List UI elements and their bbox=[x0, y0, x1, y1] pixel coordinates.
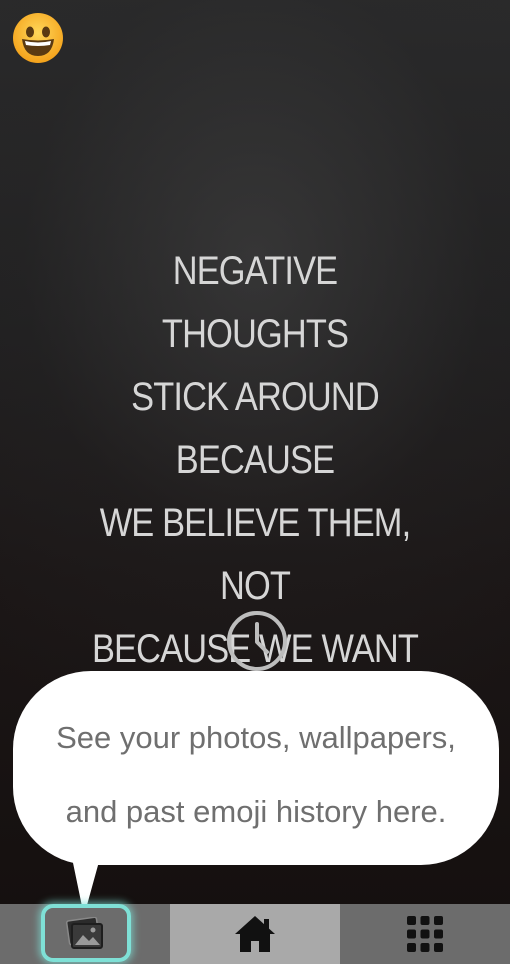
tab-apps[interactable] bbox=[340, 904, 510, 964]
tab-gallery[interactable] bbox=[0, 904, 170, 964]
photos-icon bbox=[65, 917, 103, 949]
home-icon bbox=[235, 916, 275, 952]
tooltip-line-1: See your photos, wallpapers, bbox=[56, 720, 456, 755]
tab-home[interactable] bbox=[170, 904, 340, 964]
bottom-tab-bar bbox=[0, 904, 510, 964]
emoji-button[interactable] bbox=[12, 12, 64, 64]
grinning-face-icon bbox=[13, 13, 63, 63]
tooltip-bubble: See your photos, wallpapers, and past em… bbox=[13, 671, 499, 865]
clock-icon[interactable] bbox=[226, 610, 288, 672]
tooltip-line-2: and past emoji history here. bbox=[65, 794, 447, 829]
wallpaper-screen: NEGATIVE THOUGHTS STICK AROUND BECAUSE W… bbox=[0, 0, 510, 964]
grid-icon bbox=[407, 916, 443, 952]
